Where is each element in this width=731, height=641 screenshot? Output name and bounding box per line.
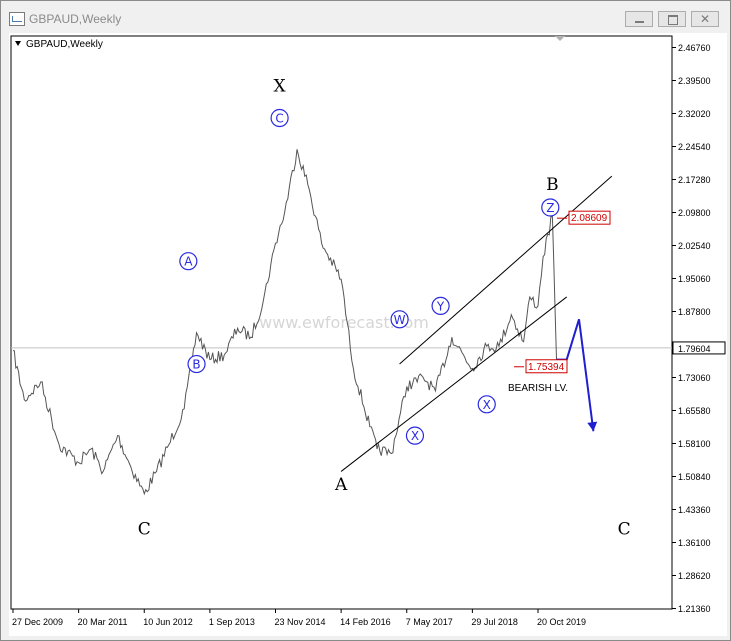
price-mark-label: 2.08609 <box>571 213 608 224</box>
wave-label-b: B <box>546 175 559 195</box>
y-tick-label: 1.87800 <box>678 307 711 317</box>
wave-label-x: X <box>274 77 287 97</box>
wave-label-c: C <box>618 520 631 540</box>
y-tick-label: 1.21360 <box>678 604 711 614</box>
y-tick-label: 1.43360 <box>678 505 711 515</box>
x-tick-label: 1 Sep 2013 <box>209 617 255 627</box>
y-tick-label: 2.46760 <box>678 43 711 53</box>
close-button[interactable]: ✕ <box>691 11 719 27</box>
x-tick-label: 29 Jul 2018 <box>471 617 518 627</box>
price-mark-label: 1.75394 <box>528 362 565 373</box>
y-tick-label: 1.73060 <box>678 373 711 383</box>
y-tick-label: 2.02540 <box>678 241 711 251</box>
wave-label-a: A <box>184 255 193 269</box>
y-tick-label: 1.65580 <box>678 406 711 416</box>
current-price-label: 1.79604 <box>678 344 711 354</box>
y-tick-label: 1.50840 <box>678 472 711 482</box>
wave-label-w: W <box>394 313 406 327</box>
wave-label-x: X <box>411 429 419 443</box>
maximize-icon <box>668 15 678 25</box>
minimize-button[interactable] <box>625 11 653 27</box>
y-tick-label: 1.28620 <box>678 571 711 581</box>
x-tick-label: 7 May 2017 <box>406 617 453 627</box>
x-tick-label: 10 Jun 2012 <box>143 617 193 627</box>
x-tick-label: 27 Dec 2009 <box>12 617 63 627</box>
x-tick-label: 20 Oct 2019 <box>537 617 586 627</box>
wave-label-x: X <box>483 398 491 412</box>
bearish-level-label: BEARISH LV. <box>508 383 568 394</box>
close-icon: ✕ <box>700 12 711 26</box>
chart-window: GBPAUD,Weekly ✕ GBPAUD,Weekly www.ewforec… <box>0 0 731 641</box>
wave-label-c: C <box>275 112 283 126</box>
y-tick-label: 2.39500 <box>678 76 711 86</box>
minimize-icon <box>635 21 644 23</box>
price-chart[interactable]: GBPAUD,Weeklywww.ewforecast.com2.086091.… <box>9 33 727 636</box>
maximize-button[interactable] <box>658 11 686 27</box>
y-tick-label: 2.24540 <box>678 142 711 152</box>
window-title: GBPAUD,Weekly <box>29 12 122 26</box>
x-tick-label: 14 Feb 2016 <box>340 617 391 627</box>
wave-label-a: A <box>334 475 348 495</box>
y-tick-label: 2.32020 <box>678 109 711 119</box>
x-tick-label: 20 Mar 2011 <box>78 617 128 627</box>
y-tick-label: 2.17280 <box>678 175 711 185</box>
chart-title: GBPAUD,Weekly <box>26 39 103 50</box>
wave-label-z: Z <box>546 201 554 215</box>
title-bar[interactable]: GBPAUD,Weekly ✕ <box>1 1 730 33</box>
y-tick-label: 1.36100 <box>678 538 711 548</box>
wave-label-c: C <box>138 520 151 540</box>
y-tick-label: 2.09800 <box>678 208 711 218</box>
wave-label-b: B <box>192 358 200 372</box>
chart-area[interactable]: GBPAUD,Weekly www.ewforecast.com 2.08609 1.… <box>9 33 727 636</box>
wave-label-y: Y <box>436 299 445 313</box>
chart-window-icon <box>9 12 25 26</box>
y-tick-label: 1.95060 <box>678 274 711 284</box>
y-tick-label: 1.58100 <box>678 439 711 449</box>
x-tick-label: 23 Nov 2014 <box>275 617 326 627</box>
